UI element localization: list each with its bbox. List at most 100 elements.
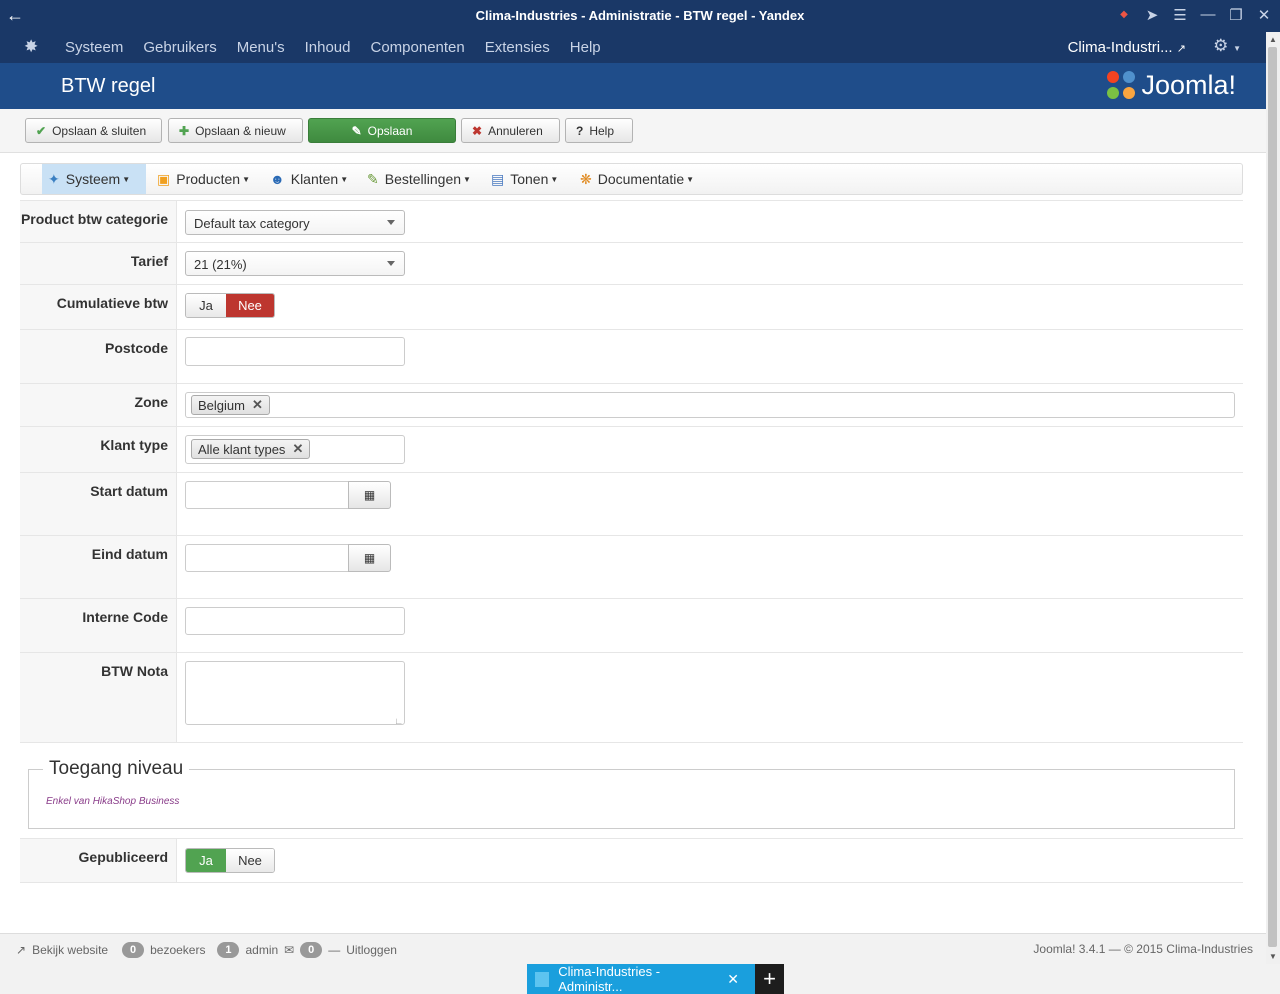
- select-arrow-icon: [387, 261, 395, 266]
- close-window-icon[interactable]: ✕: [1256, 6, 1272, 24]
- toolbar: ✔ Opslaan & sluiten ✚ Opslaan & nieuw ✎ …: [0, 109, 1266, 153]
- end-date-input[interactable]: [185, 544, 349, 572]
- caret-down-icon: ▼: [122, 174, 131, 184]
- submenu-producten[interactable]: ▣ Producten ▼: [151, 164, 256, 194]
- cumulative-toggle: Ja Nee: [185, 293, 275, 318]
- logout-link[interactable]: Uitloggen: [346, 943, 397, 957]
- window-controls: ◆ ➤ ☰ — ❐ ✕: [1116, 6, 1272, 24]
- field-label: Product btw categorie: [20, 201, 177, 242]
- customer-type-tag: Alle klant types ✕: [191, 439, 311, 459]
- display-icon: ▤: [491, 170, 505, 187]
- save-close-button[interactable]: ✔ Opslaan & sluiten: [25, 118, 162, 143]
- joomla-logo-icon[interactable]: ✸: [24, 37, 38, 57]
- help-button[interactable]: ? Help: [565, 118, 633, 143]
- close-tab-icon[interactable]: ✕: [727, 971, 739, 988]
- remove-tag-icon[interactable]: ✕: [292, 441, 303, 457]
- scroll-up-icon[interactable]: ▲: [1269, 35, 1277, 44]
- plus-icon: ✚: [179, 123, 190, 138]
- plus-icon: +: [763, 966, 776, 991]
- users-icon: ☻: [270, 171, 285, 187]
- submenu-systeem[interactable]: ✦ Systeem ▼: [42, 164, 146, 194]
- remove-tag-icon[interactable]: ✕: [252, 397, 263, 413]
- submenu-tonen[interactable]: ▤ Tonen ▼: [485, 164, 564, 194]
- zone-tag: Belgium ✕: [191, 395, 270, 415]
- published-no-button[interactable]: Nee: [226, 849, 274, 872]
- zone-multiselect[interactable]: Belgium ✕: [185, 392, 1235, 418]
- tab-title: Clima-Industries - Administr...: [558, 964, 661, 994]
- field-label: Klant type: [20, 427, 177, 472]
- edit-icon: ✎: [351, 123, 362, 138]
- row-tax-note: BTW Nota ∟: [20, 653, 1243, 743]
- submenu-documentatie[interactable]: ❋ Documentatie ▼: [574, 164, 700, 194]
- tax-note-textarea[interactable]: ∟: [185, 661, 405, 726]
- send-icon[interactable]: ➤: [1144, 6, 1160, 24]
- submenu-label: Systeem: [65, 171, 121, 187]
- tag-label: Alle klant types: [198, 441, 286, 457]
- select-value: Default tax category: [194, 216, 310, 231]
- menu-gebruikers[interactable]: Gebruikers: [143, 39, 216, 56]
- row-customer-type: Klant type Alle klant types ✕: [20, 427, 1243, 473]
- scroll-down-icon[interactable]: ▼: [1269, 952, 1277, 961]
- save-new-button[interactable]: ✚ Opslaan & nieuw: [168, 118, 303, 143]
- field-label: Interne Code: [20, 599, 177, 652]
- maximize-icon[interactable]: ❐: [1228, 6, 1244, 24]
- postcode-input[interactable]: [185, 337, 405, 366]
- submenu-klanten[interactable]: ☻ Klanten ▼: [264, 164, 354, 194]
- menu-inhoud[interactable]: Inhoud: [305, 39, 351, 56]
- menu-menus[interactable]: Menu's: [237, 39, 285, 56]
- submenu-bestellingen[interactable]: ✎ Bestellingen ▼: [361, 164, 477, 194]
- rate-select[interactable]: 21 (21%): [185, 251, 405, 276]
- start-date-calendar-button[interactable]: ▦: [348, 481, 391, 509]
- active-tab[interactable]: Clima-Industries - Administr... ✕: [527, 964, 755, 994]
- submenu-label: Documentatie: [597, 171, 685, 187]
- visitors-label: bezoekers: [150, 943, 206, 957]
- menu-systeem[interactable]: Systeem: [65, 39, 123, 56]
- envelope-icon: ✉: [284, 943, 295, 957]
- protect-icon[interactable]: ◆: [1116, 9, 1132, 24]
- internal-code-input[interactable]: [185, 607, 405, 635]
- row-rate: Tarief 21 (21%): [20, 243, 1243, 285]
- site-link[interactable]: Clima-Industri... ↗: [1068, 39, 1186, 56]
- page-title: BTW regel: [61, 75, 156, 97]
- access-level-fieldset: Toegang niveau Enkel van HikaShop Busine…: [28, 758, 1235, 829]
- status-bar: ↗ Bekijk website 0 bezoekers 1 admin ✉ 0…: [0, 933, 1266, 964]
- select-value: 21 (21%): [194, 257, 247, 272]
- row-internal-code: Interne Code: [20, 599, 1243, 653]
- admin-top-menu: ✸ Systeem Gebruikers Menu's Inhoud Compo…: [0, 32, 1266, 63]
- messages-badge: 0: [300, 942, 323, 958]
- new-tab-button[interactable]: +: [755, 964, 784, 994]
- resize-handle-icon[interactable]: ∟: [394, 716, 403, 726]
- minimize-icon[interactable]: —: [1200, 6, 1216, 24]
- cumulative-no-button[interactable]: Nee: [226, 294, 274, 317]
- tab-favicon-icon: [535, 971, 550, 987]
- row-cumulative: Cumulatieve btw Ja Nee: [20, 285, 1243, 330]
- page-scrollbar[interactable]: ▲ ▼: [1266, 32, 1280, 964]
- menu-help[interactable]: Help: [570, 39, 601, 56]
- field-label: Gepubliceerd: [20, 839, 177, 882]
- submenu-label: Producten: [176, 171, 241, 187]
- browser-menu-icon[interactable]: ☰: [1172, 6, 1188, 24]
- field-label: Cumulatieve btw: [20, 285, 177, 329]
- end-date-calendar-button[interactable]: ▦: [348, 544, 391, 572]
- menu-extensies[interactable]: Extensies: [485, 39, 550, 56]
- menu-componenten[interactable]: Componenten: [371, 39, 465, 56]
- caret-down-icon: ▼: [686, 174, 695, 184]
- scroll-thumb[interactable]: [1268, 47, 1277, 947]
- cancel-button[interactable]: ✖ Annuleren: [461, 118, 560, 143]
- admin-badge: 1: [217, 942, 240, 958]
- external-link-icon: ↗: [16, 943, 27, 957]
- product-tax-category-select[interactable]: Default tax category: [185, 210, 405, 235]
- visitors-badge: 0: [122, 942, 145, 958]
- joomla-brand: Joomla!: [1107, 70, 1236, 101]
- published-yes-button[interactable]: Ja: [186, 849, 226, 872]
- start-date-input[interactable]: [185, 481, 349, 509]
- customer-type-multiselect[interactable]: Alle klant types ✕: [185, 435, 405, 464]
- fieldset-legend: Toegang niveau: [43, 758, 190, 780]
- save-button[interactable]: ✎ Opslaan: [308, 118, 456, 143]
- field-label: Zone: [20, 384, 177, 426]
- cumulative-yes-button[interactable]: Ja: [186, 294, 226, 317]
- view-site-link[interactable]: Bekijk website: [32, 943, 108, 957]
- row-postcode: Postcode: [20, 330, 1243, 384]
- version-info: Joomla! 3.4.1 — © 2015 Clima-Industries: [1033, 942, 1253, 956]
- gear-icon[interactable]: ⚙ ▼: [1213, 36, 1241, 56]
